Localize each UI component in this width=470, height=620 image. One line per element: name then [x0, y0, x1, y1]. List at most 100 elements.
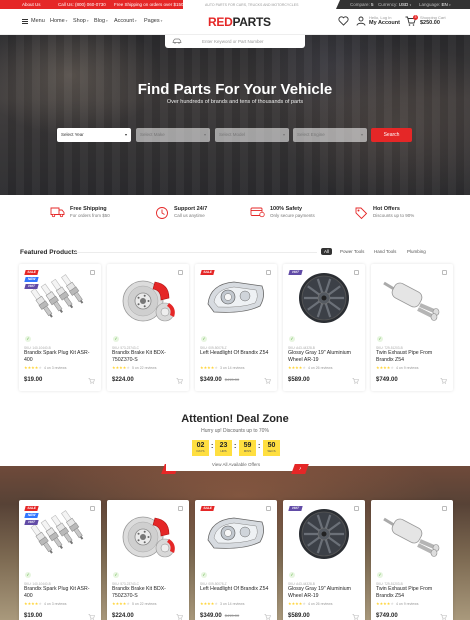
- product-name[interactable]: Left Headlight Of Brandix Z54: [200, 350, 272, 357]
- compatibility-check-icon: ✓: [113, 572, 119, 578]
- tab-hand-tools[interactable]: Hand Tools: [371, 248, 399, 255]
- brake-kit-image[interactable]: [107, 500, 189, 568]
- exhaust-pipe-image[interactable]: [371, 500, 453, 568]
- add-to-cart-icon[interactable]: [352, 378, 359, 386]
- account-link[interactable]: Hello, Log In My Account: [369, 15, 400, 26]
- call-link[interactable]: Call Us: (800) 060-0730: [58, 2, 106, 7]
- rating-stars-icon: ★★★★: [376, 601, 391, 606]
- select-engine[interactable]: Select Engine ▾: [293, 128, 367, 142]
- support-icon: [156, 207, 168, 219]
- shipping-link[interactable]: Free Shipping on orders over $150: [114, 2, 184, 7]
- logo[interactable]: REDPARTS: [208, 15, 271, 29]
- view-all-offers-link[interactable]: View All Available Offers: [166, 458, 306, 471]
- quickview-icon[interactable]: [354, 506, 359, 511]
- compatibility-check-icon: ✓: [201, 572, 207, 578]
- search-button[interactable]: Search: [371, 128, 412, 142]
- timer-seconds: 50 SECS: [263, 440, 280, 456]
- product-card[interactable]: SALE NEW HOT ✓ SKU: 140-10440-B Brandix Sp…: [19, 500, 101, 620]
- product-name[interactable]: Brandix Brake Kit BDX-750Z370-S: [112, 586, 184, 599]
- quickview-icon[interactable]: [442, 270, 447, 275]
- product-rating: ★★★★★ 5 on 22 reviews: [112, 365, 157, 370]
- product-name[interactable]: Brandix Spark Plug Kit ASR-400: [24, 586, 96, 599]
- compatibility-check-icon: ✓: [289, 336, 295, 342]
- rating-stars-icon: ★★★★: [376, 365, 391, 370]
- chevron-down-icon: ▾: [124, 132, 127, 137]
- add-to-cart-icon[interactable]: [176, 614, 183, 620]
- add-to-cart-icon[interactable]: [440, 614, 447, 620]
- product-card[interactable]: ✓ SKU: 729-51203-B Twin Exhaust Pipe Fro…: [371, 264, 453, 391]
- add-to-cart-icon[interactable]: [176, 378, 183, 386]
- badge-hot: HOT: [288, 506, 303, 511]
- feature-offers: Hot Offers Discounts up to 90%: [354, 206, 414, 220]
- timer-minutes: 59 MINS: [239, 440, 256, 456]
- nav-home[interactable]: Home▾: [50, 18, 67, 24]
- language-dropdown[interactable]: Language: EN ▾: [419, 2, 451, 7]
- cart-link[interactable]: Shopping Cart $250.00: [420, 15, 446, 26]
- wishlist-heart-icon[interactable]: [338, 16, 349, 26]
- select-model[interactable]: Select Model ▾: [215, 128, 289, 142]
- product-card[interactable]: ✓ SKU: 573-23743-C Brandix Brake Kit BDX…: [107, 500, 189, 620]
- tab-all[interactable]: All: [321, 248, 333, 255]
- car-icon[interactable]: [172, 38, 182, 44]
- product-card[interactable]: ✓ SKU: 573-23743-C Brandix Brake Kit BDX…: [107, 264, 189, 391]
- cart-count-badge: 3: [413, 15, 418, 20]
- product-name[interactable]: Glossy Gray 19" Aluminium Wheel AR-19: [288, 586, 360, 599]
- about-link[interactable]: About Us: [22, 2, 41, 7]
- chevron-down-icon: ▾: [360, 132, 363, 137]
- add-to-cart-icon[interactable]: [88, 378, 95, 386]
- chevron-down-icon: ▾: [86, 19, 89, 23]
- nav-blog[interactable]: Blog▾: [94, 18, 108, 24]
- quickview-icon[interactable]: [178, 506, 183, 511]
- menu-label: Menu: [31, 18, 45, 24]
- quickview-icon[interactable]: [90, 506, 95, 511]
- section-divider: [74, 252, 317, 253]
- product-card[interactable]: SALE ✓ SKU: 009-50078-Z Left Headlight O…: [195, 264, 277, 391]
- product-name[interactable]: Twin Exhaust Pipe From Brandix Z54: [376, 350, 448, 363]
- tag-icon: [355, 207, 368, 220]
- quickview-icon[interactable]: [266, 506, 271, 511]
- tab-plumbing[interactable]: Plumbing: [404, 248, 429, 255]
- add-to-cart-icon[interactable]: [352, 614, 359, 620]
- featured-title: Featured Products: [20, 249, 78, 256]
- menu-button[interactable]: Menu: [22, 18, 45, 24]
- product-name[interactable]: Left Headlight Of Brandix Z54: [200, 586, 272, 593]
- quickview-icon[interactable]: [442, 506, 447, 511]
- search-input[interactable]: Enter Keyword or Part Number: [165, 35, 305, 48]
- product-price: $589.00: [288, 613, 310, 619]
- product-card[interactable]: HOT ✓ SKU: A43-44328-B Glossy Gray 19" A…: [283, 500, 365, 620]
- badge-hot: HOT: [288, 270, 303, 275]
- product-card[interactable]: SALE ✓ SKU: 009-50078-Z Left Headlight O…: [195, 500, 277, 620]
- add-to-cart-icon[interactable]: [264, 378, 271, 386]
- nav-shop[interactable]: Shop▾: [73, 18, 89, 24]
- product-name[interactable]: Twin Exhaust Pipe From Brandix Z54: [376, 586, 448, 599]
- chevron-down-icon: ▾: [282, 132, 285, 137]
- tab-power-tools[interactable]: Power Tools: [337, 248, 367, 255]
- product-card[interactable]: HOT ✓ SKU: A43-44328-B Glossy Gray 19" A…: [283, 264, 365, 391]
- select-year[interactable]: Select Year ▾: [57, 128, 131, 142]
- nav-account[interactable]: Account▾: [114, 18, 137, 24]
- badge-hot: HOT: [24, 284, 39, 289]
- quickview-icon[interactable]: [90, 270, 95, 275]
- header: Menu Home▾ Shop▾ Blog▾ Account▾ Pages▾ R…: [0, 9, 470, 35]
- brake-kit-image[interactable]: [107, 264, 189, 332]
- quickview-icon[interactable]: [266, 270, 271, 275]
- timer-days: 02 DAYS: [192, 440, 209, 456]
- product-name[interactable]: Brandix Brake Kit BDX-750Z370-S: [112, 350, 184, 363]
- product-name[interactable]: Brandix Spark Plug Kit ASR-400: [24, 350, 96, 363]
- user-icon[interactable]: [356, 16, 366, 26]
- add-to-cart-icon[interactable]: [440, 378, 447, 386]
- compare-link[interactable]: Compare: 5: [350, 2, 374, 7]
- select-make[interactable]: Select Make ▾: [136, 128, 210, 142]
- product-card[interactable]: SALE NEW HOT ✓ SKU: 140-10440-B Brandix Sp…: [19, 264, 101, 391]
- exhaust-pipe-image[interactable]: [371, 264, 453, 332]
- add-to-cart-icon[interactable]: [264, 614, 271, 620]
- product-card[interactable]: ✓ SKU: 729-51203-B Twin Exhaust Pipe Fro…: [371, 500, 453, 620]
- add-to-cart-icon[interactable]: [88, 614, 95, 620]
- features-strip: Free Shipping For orders from $50 Support…: [0, 195, 470, 233]
- nav-pages[interactable]: Pages▾: [144, 18, 162, 24]
- product-name[interactable]: Glossy Gray 19" Aluminium Wheel AR-19: [288, 350, 360, 363]
- quickview-icon[interactable]: [178, 270, 183, 275]
- product-rating: ★★★★★ 4 on 3 reviews: [24, 365, 67, 370]
- quickview-icon[interactable]: [354, 270, 359, 275]
- currency-dropdown[interactable]: Currency: USD ▾: [378, 2, 411, 7]
